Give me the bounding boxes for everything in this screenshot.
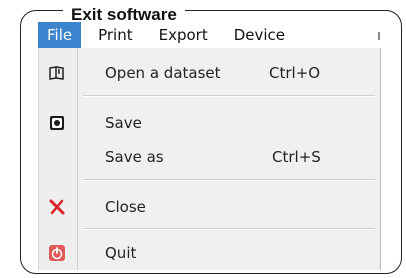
menu-device[interactable]: Device	[225, 22, 294, 48]
menu-item-quit[interactable]: Quit	[39, 238, 380, 268]
menu-item-shortcut: Ctrl+O	[269, 64, 321, 82]
menu-bar: File Print Export Device	[38, 22, 382, 48]
menu-item-save-as[interactable]: Save as Ctrl+S	[39, 142, 380, 172]
menu-item-label: Open a dataset	[105, 64, 221, 82]
menu-item-label: Save	[105, 114, 142, 132]
menu-separator	[83, 228, 375, 230]
menu-separator	[83, 95, 375, 97]
menu-export[interactable]: Export	[150, 22, 217, 48]
open-book-icon	[47, 63, 67, 83]
quit-power-icon	[47, 243, 67, 263]
menu-item-save[interactable]: Save	[39, 108, 380, 138]
menu-item-open-dataset[interactable]: Open a dataset Ctrl+O	[39, 58, 380, 88]
menu-print[interactable]: Print	[89, 22, 142, 48]
menu-item-label: Close	[105, 198, 146, 216]
menu-item-shortcut: Ctrl+S	[272, 148, 321, 166]
save-icon	[47, 113, 67, 133]
menu-item-close[interactable]: Close	[39, 192, 380, 222]
file-dropdown-menu: Open a dataset Ctrl+O Save Save as Ctrl+…	[38, 48, 381, 270]
menu-item-label: Save as	[105, 148, 164, 166]
menu-item-label: Quit	[105, 244, 137, 262]
close-x-icon	[47, 197, 67, 217]
menu-file[interactable]: File	[38, 22, 82, 48]
menu-separator	[83, 179, 375, 181]
menubar-overflow-edge	[378, 32, 380, 40]
